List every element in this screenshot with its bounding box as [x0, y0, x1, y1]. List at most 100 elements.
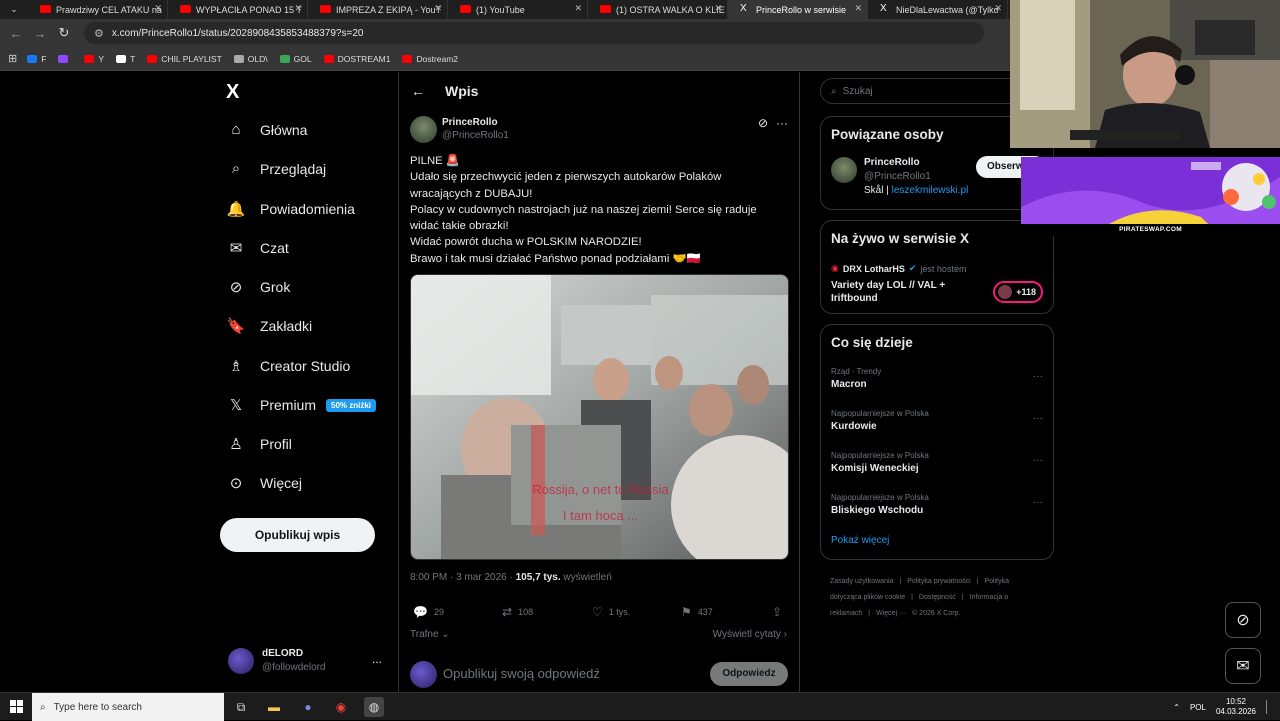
bookmark-item[interactable]	[58, 54, 72, 63]
trend-item[interactable]: Najpopularniejsze w Polska Kurdowie ···	[831, 409, 1045, 441]
task-view-icon[interactable]: ⧉	[231, 697, 251, 717]
trend-item[interactable]: Najpopularniejsze w Polska Bliskiego Wsch…	[831, 493, 1045, 525]
bookmark-item[interactable]: F	[27, 54, 46, 64]
reload-icon[interactable]: ↻	[52, 25, 76, 41]
windows-start-icon[interactable]	[10, 700, 23, 713]
close-tab-icon[interactable]: ✕	[434, 3, 442, 14]
nav-item-premium[interactable]: 𝕏 Premium 50% zniżki	[226, 396, 377, 414]
browser-tab[interactable]: Prawdziwy CEL ATAKU na ✕	[28, 0, 168, 19]
nav-item-profil[interactable]: ♙ Profil	[226, 435, 292, 453]
nav-item-zakładki[interactable]: 🔖 Zakładki	[226, 317, 312, 335]
post-video[interactable]: Rossija, o net to Russia I tam hoca ...	[410, 274, 789, 560]
author-handle[interactable]: @PrinceRollo1	[442, 130, 509, 141]
share-action[interactable]: ⇪	[772, 605, 782, 619]
nav-item-przeglądaj[interactable]: ⌕ Przeglądaj	[226, 160, 326, 177]
close-tab-icon[interactable]: ✕	[154, 3, 162, 14]
trend-more-icon[interactable]: ···	[1033, 497, 1043, 508]
live-host[interactable]: ◉ DRX LotharHS ✔ jest hostem	[831, 263, 966, 274]
bio-link[interactable]: leszekmilewski.pl	[892, 185, 969, 196]
x-logo-icon[interactable]: X	[226, 81, 239, 104]
trend-more-icon[interactable]: ···	[1033, 413, 1043, 424]
trend-name: Bliskiego Wschodu	[831, 505, 924, 516]
post-button[interactable]: Opublikuj wpis	[220, 518, 375, 552]
obs-icon[interactable]: ◍	[364, 697, 384, 717]
taskbar-search-input[interactable]: ⌕ Type here to search	[32, 693, 224, 721]
apps-grid-icon[interactable]: ⊞	[8, 52, 17, 65]
close-tab-icon[interactable]: ✕	[854, 3, 862, 14]
bookmark-action[interactable]: ⚑ 437	[681, 605, 713, 619]
notification-icon[interactable]	[1266, 700, 1272, 714]
listener-count[interactable]: +118	[993, 281, 1043, 303]
back-arrow-icon[interactable]: ←	[411, 83, 425, 99]
repost-action[interactable]: ⇄ 108	[502, 605, 533, 619]
nav-item-główna[interactable]: ⌂ Główna	[226, 121, 307, 138]
nav-item-powiadomienia[interactable]: 🔔 Powiadomienia	[226, 200, 355, 218]
post-more-icon[interactable]: ···	[776, 116, 788, 130]
messages-fab-icon[interactable]: ✉	[1225, 648, 1261, 684]
browser-tab[interactable]: IMPREZA Z EKIPĄ - YouT ✕	[308, 0, 448, 19]
live-stream-title[interactable]: Variety day LOL // VAL + Iriftbound	[831, 279, 971, 305]
forward-arrow-icon[interactable]: →	[28, 26, 52, 41]
nav-item-grok[interactable]: ⊘ Grok	[226, 278, 291, 296]
tray-chevron-up-icon[interactable]: ⌃	[1173, 703, 1180, 712]
trend-more-icon[interactable]: ···	[1033, 455, 1043, 466]
bookmark-item[interactable]: GOL	[279, 54, 312, 64]
footer-link[interactable]: © 2026 X Corp.	[912, 610, 960, 617]
input-language[interactable]: POL	[1190, 703, 1206, 712]
footer-link[interactable]: Polityka prywatności	[907, 578, 970, 585]
reply-action[interactable]: 💬 29	[413, 605, 444, 619]
nav-item-czat[interactable]: ✉ Czat	[226, 239, 289, 257]
nav-item-więcej[interactable]: ⊙ Więcej	[226, 474, 302, 492]
author-name[interactable]: PrinceRollo	[442, 117, 498, 128]
bookmark-item[interactable]: Dostream2	[402, 54, 458, 64]
reply-sort-dropdown[interactable]: Trafne ⌄	[410, 629, 450, 640]
browser-tab[interactable]: X NieDlaLewactwa (@Tylko ✕	[868, 0, 1008, 19]
clock[interactable]: 10:52 04.03.2026	[1216, 697, 1256, 717]
footer-link[interactable]: Zasady użytkowania	[830, 578, 893, 585]
related-avatar[interactable]	[831, 157, 857, 183]
like-action[interactable]: ♡ 1 tys.	[592, 605, 630, 619]
bookmark-item[interactable]: CHIL PLAYLIST	[147, 54, 222, 64]
view-quotes-link[interactable]: Wyświetl cytaty ›	[713, 629, 787, 640]
site-info-icon[interactable]: ⚙	[94, 27, 104, 40]
chrome-icon[interactable]: ◉	[331, 697, 351, 717]
grok-fab-icon[interactable]: ⊘	[1225, 602, 1261, 638]
browser-tab[interactable]: WYPŁACIŁA PONAD 15 T ✕	[168, 0, 308, 19]
browser-tab[interactable]: (1) YouTube ✕	[448, 0, 588, 19]
close-tab-icon[interactable]: ✕	[294, 3, 302, 14]
footer-link[interactable]: Dostępność	[919, 594, 956, 601]
post-time[interactable]: 8:00 PM · 3 mar 2026 ·	[410, 572, 516, 583]
bio-text: Skål |	[864, 185, 892, 196]
reply-input[interactable]: Opublikuj swoją odpowiedź	[443, 666, 600, 681]
close-tab-icon[interactable]: ✕	[714, 3, 722, 14]
trend-more-icon[interactable]: ···	[1033, 371, 1043, 382]
trend-context: Najpopularniejsze w Polska	[831, 451, 929, 460]
tab-search-chevron-icon[interactable]: ⌄	[0, 0, 28, 19]
close-tab-icon[interactable]: ✕	[574, 3, 582, 14]
show-more-link[interactable]: Pokaż więcej	[831, 535, 889, 546]
more-dots-icon[interactable]: ...	[372, 652, 382, 666]
trend-item[interactable]: Najpopularniejsze w Polska Komisji Weneck…	[831, 451, 1045, 483]
back-arrow-icon[interactable]: ←	[4, 26, 28, 41]
related-handle[interactable]: @PrinceRollo1	[864, 171, 931, 182]
youtube-favicon-icon	[320, 5, 331, 13]
bookmark-item[interactable]: T	[116, 54, 135, 64]
author-avatar[interactable]	[410, 116, 437, 143]
browser-tab[interactable]: (1) OSTRA WALKA O KLIE ✕	[588, 0, 728, 19]
file-explorer-icon[interactable]: ▬	[264, 697, 284, 717]
bookmark-item[interactable]: Y	[84, 54, 104, 64]
post-timestamp: 8:00 PM · 3 mar 2026 · 105,7 tys. wyświe…	[410, 572, 612, 583]
close-tab-icon[interactable]: ✕	[994, 3, 1002, 14]
browser-tab[interactable]: X PrinceRollo w serwisie ✕	[728, 0, 868, 19]
account-switcher[interactable]: dELORD @followdelord ...	[228, 646, 388, 678]
bookmark-item[interactable]: DOSTREAM1	[323, 54, 390, 64]
footer-link[interactable]: Więcej ···	[876, 610, 906, 617]
bookmark-item[interactable]: OLD\	[233, 54, 268, 64]
reply-button[interactable]: Odpowiedz	[710, 662, 788, 686]
related-name[interactable]: PrinceRollo	[864, 157, 920, 168]
nav-item-creator-studio[interactable]: ♗ Creator Studio	[226, 357, 350, 375]
trend-item[interactable]: Rząd · Trendy Macron ···	[831, 367, 1045, 399]
address-bar[interactable]: ⚙ x.com/PrinceRollo1/status/202890843585…	[84, 22, 984, 44]
discord-icon[interactable]: ●	[298, 697, 318, 717]
grok-explain-icon[interactable]: ⊘	[758, 116, 768, 130]
